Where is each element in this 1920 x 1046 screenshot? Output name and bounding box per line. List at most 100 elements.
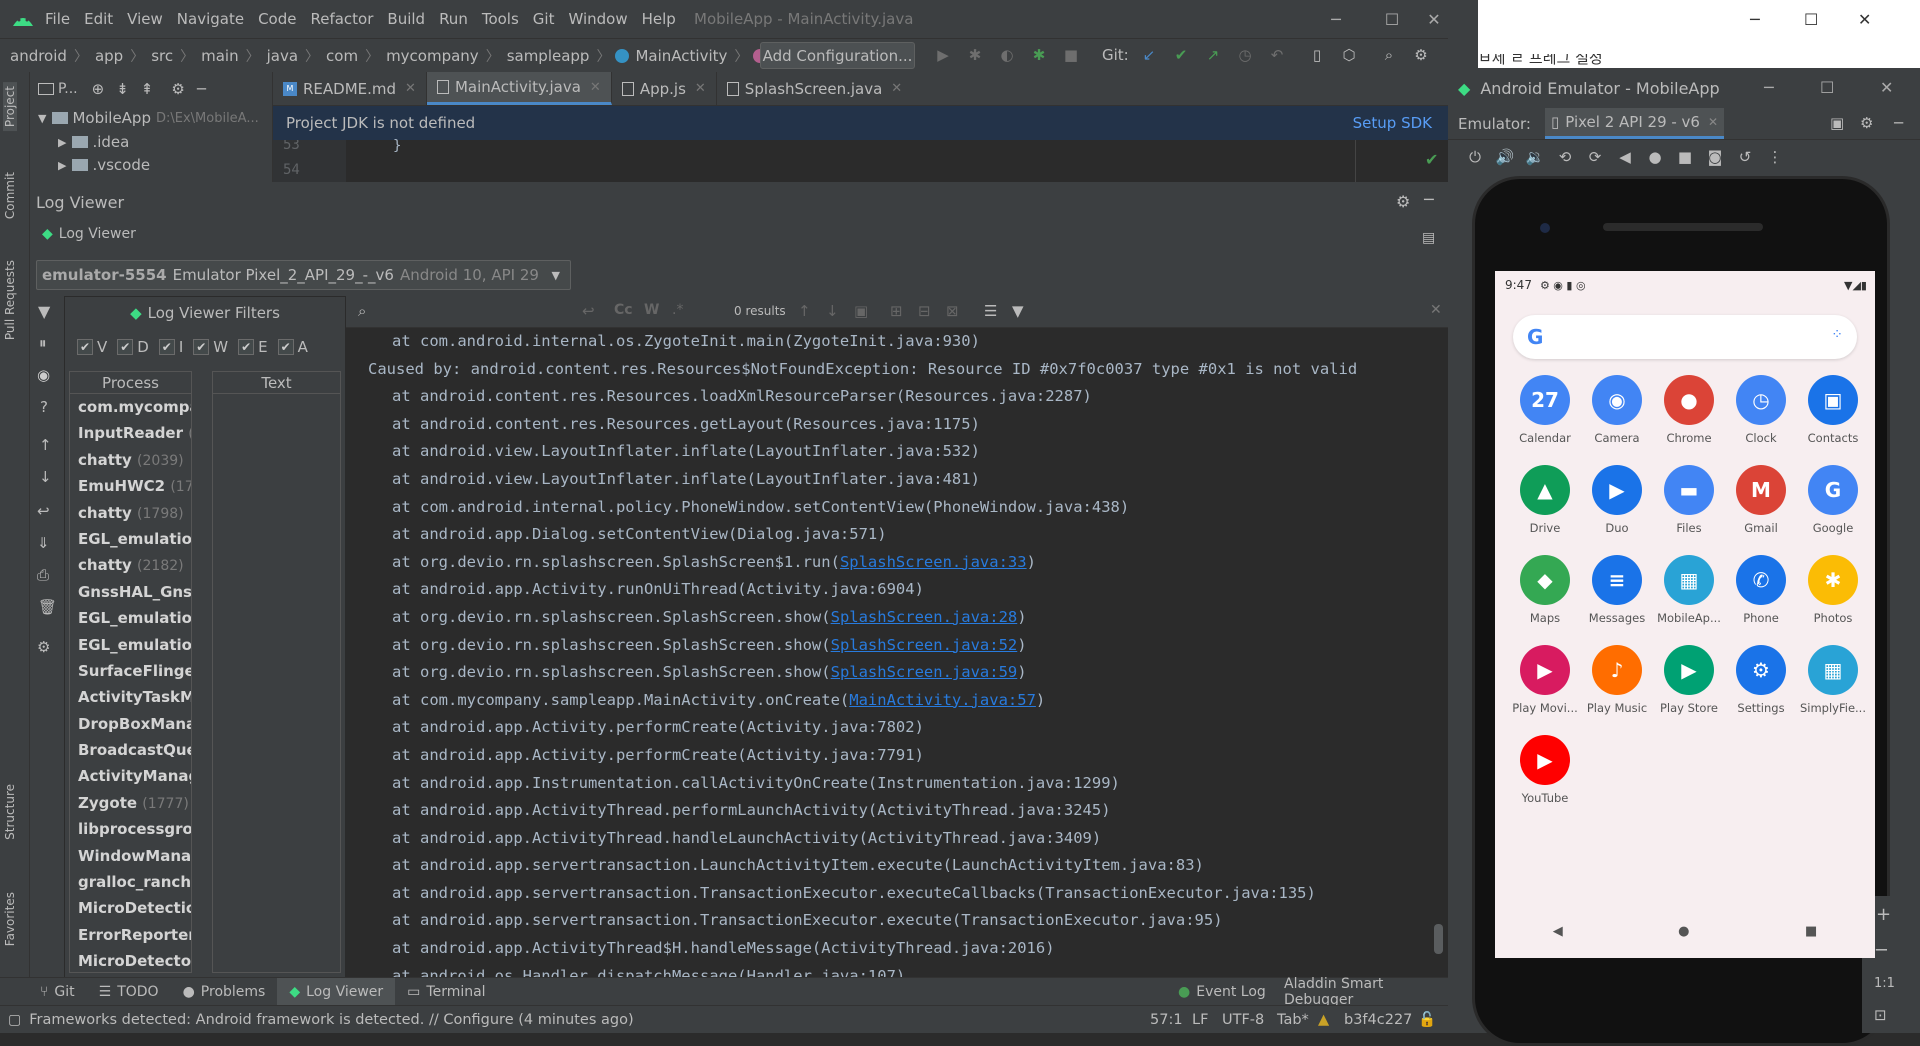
minimize-icon[interactable]: ─ xyxy=(1308,0,1364,38)
stop-icon[interactable]: ■ xyxy=(1060,44,1082,66)
app-phone[interactable]: ✆ Phone xyxy=(1725,555,1797,625)
volume-up-icon[interactable]: 🔊 xyxy=(1490,148,1520,166)
breadcrumb-com[interactable]: com xyxy=(324,47,360,65)
tab-splashscreen[interactable]: SplashScreen.java ✕ xyxy=(717,72,912,105)
breadcrumb-android[interactable]: android xyxy=(8,47,69,65)
breadcrumb-src[interactable]: src xyxy=(149,47,175,65)
app-calendar[interactable]: 27 Calendar xyxy=(1509,375,1581,445)
breadcrumb-java[interactable]: java xyxy=(265,47,300,65)
volume-down-icon[interactable]: 🔉 xyxy=(1520,148,1550,166)
close-icon[interactable]: ✕ xyxy=(1420,0,1448,38)
log-viewer-subtab[interactable]: ◆ Log Viewer xyxy=(42,226,136,242)
process-item[interactable]: WindowManag xyxy=(70,843,191,869)
history-icon[interactable]: ◷ xyxy=(1234,44,1256,66)
close-tab-icon[interactable]: ✕ xyxy=(405,81,416,96)
home-icon[interactable]: ● xyxy=(1640,148,1670,166)
source-link[interactable]: SplashScreen.java:33 xyxy=(840,553,1027,571)
select-all-icon[interactable]: ⊠ xyxy=(946,302,959,320)
cursor-position[interactable]: 57:1 xyxy=(1150,1012,1183,1028)
git-push-icon[interactable]: ↗ xyxy=(1202,44,1224,66)
file-encoding[interactable]: UTF-8 xyxy=(1222,1012,1264,1028)
print-icon[interactable]: ⎙ xyxy=(37,566,49,584)
maximize-icon[interactable]: ☐ xyxy=(1804,10,1818,29)
gear-icon[interactable]: ⚙ xyxy=(37,638,50,656)
soft-wrap-icon[interactable]: ↩ xyxy=(37,502,50,520)
tool-tab-commit[interactable]: Commit xyxy=(3,172,17,219)
close-tab-icon[interactable]: ✕ xyxy=(1708,115,1718,129)
app-duo[interactable]: ▶ Duo xyxy=(1581,465,1653,535)
app-chrome[interactable]: ● Chrome xyxy=(1653,375,1725,445)
close-icon[interactable]: ✕ xyxy=(1880,78,1893,97)
help-icon[interactable]: ? xyxy=(40,398,48,416)
app-youtube[interactable]: ▶ YouTube xyxy=(1509,735,1581,805)
minimize-icon[interactable]: ─ xyxy=(1764,78,1774,97)
process-item[interactable]: ActivityManag xyxy=(70,763,191,789)
words-icon[interactable]: W xyxy=(644,302,659,318)
level-error[interactable]: ✔ E xyxy=(238,338,268,356)
tool-tab-structure[interactable]: Structure xyxy=(3,784,17,840)
nav-back-icon[interactable]: ◀ xyxy=(1553,924,1563,939)
app-clock[interactable]: ◷ Clock xyxy=(1725,375,1797,445)
level-debug[interactable]: ✔ D xyxy=(117,338,149,356)
menu-file[interactable]: File xyxy=(38,0,77,38)
menu-help[interactable]: Help xyxy=(635,0,683,38)
menu-window[interactable]: Window xyxy=(561,0,634,38)
menu-build[interactable]: Build xyxy=(380,0,432,38)
emulator-device-tab[interactable]: ▯ Pixel 2 API 29 - v6 ✕ xyxy=(1544,108,1725,139)
gear-icon[interactable]: ⚙ xyxy=(1860,114,1873,132)
log-output[interactable]: at com.android.internal.os.ZygoteInit.ma… xyxy=(346,328,1448,993)
process-item[interactable]: BroadcastQue xyxy=(70,737,191,763)
level-verbose[interactable]: ✔ V xyxy=(77,338,107,356)
app-playmovi[interactable]: ▶ Play Movi... xyxy=(1509,645,1581,715)
collapse-all-icon[interactable]: ⇞ xyxy=(141,80,154,98)
process-item[interactable]: chatty (1798) xyxy=(70,500,191,526)
app-google[interactable]: G Google xyxy=(1797,465,1869,535)
checkbox[interactable]: ✔ xyxy=(117,339,134,355)
match-case-icon[interactable]: Cc xyxy=(614,302,633,318)
eye-icon[interactable]: ◉ xyxy=(37,366,50,384)
tab-mainactivity[interactable]: MainActivity.java ✕ xyxy=(426,72,612,105)
bottom-tab-terminal[interactable]: ▭ Terminal xyxy=(395,978,497,1006)
power-icon[interactable]: ⏻ xyxy=(1460,148,1490,166)
app-files[interactable]: ▬ Files xyxy=(1653,465,1725,535)
menu-navigate[interactable]: Navigate xyxy=(170,0,251,38)
app-contacts[interactable]: ▣ Contacts xyxy=(1797,375,1869,445)
menu-refactor[interactable]: Refactor xyxy=(303,0,380,38)
rotate-left-icon[interactable]: ⟲ xyxy=(1550,148,1580,166)
app-camera[interactable]: ◉ Camera xyxy=(1581,375,1653,445)
process-item[interactable]: com.mycompar xyxy=(70,394,191,420)
app-playmusic[interactable]: ♪ Play Music xyxy=(1581,645,1653,715)
indent-setting[interactable]: Tab* xyxy=(1277,1012,1309,1028)
maximize-icon[interactable]: ☐ xyxy=(1364,0,1420,38)
checkbox[interactable]: ✔ xyxy=(77,339,93,355)
more-icon[interactable]: ⋮ xyxy=(1760,148,1790,166)
add-configuration-button[interactable]: Add Configuration... xyxy=(760,42,915,69)
breadcrumb-mycompany[interactable]: mycompany xyxy=(384,47,481,65)
breadcrumb-main[interactable]: main xyxy=(199,47,240,65)
layout-icon[interactable]: ▣ xyxy=(1830,114,1844,132)
breadcrumb-mainactivity[interactable]: MainActivity xyxy=(633,47,729,65)
debug-icon[interactable]: ✱ xyxy=(964,44,986,66)
sdk-manager-icon[interactable]: ⬡ xyxy=(1338,44,1360,66)
close-icon[interactable]: ✕ xyxy=(1858,10,1871,29)
arrow-up-icon[interactable]: ↑ xyxy=(39,436,52,454)
app-messages[interactable]: ≡ Messages xyxy=(1581,555,1653,625)
scroll-to-end-icon[interactable]: ⇓ xyxy=(37,534,50,552)
app-mobileap[interactable]: ▦ MobileAp... xyxy=(1653,555,1725,625)
next-result-icon[interactable]: ↓ xyxy=(826,302,839,320)
expand-all-icon[interactable]: ⇟ xyxy=(116,80,129,98)
tab-appjs[interactable]: App.js ✕ xyxy=(612,72,717,105)
bottom-tab-log-viewer[interactable]: ◆ Log Viewer xyxy=(277,977,396,1006)
close-tab-icon[interactable]: ✕ xyxy=(590,80,601,95)
zoom-actual-icon[interactable]: 1:1 xyxy=(1874,976,1895,991)
rotate-right-icon[interactable]: ⟳ xyxy=(1580,148,1610,166)
prev-result-icon[interactable]: ↑ xyxy=(798,302,811,320)
tree-item-idea[interactable]: ▶ .idea xyxy=(30,130,272,154)
device-manager-icon[interactable]: ▯ xyxy=(1306,44,1328,66)
app-settings[interactable]: ⚙ Settings xyxy=(1725,645,1797,715)
source-link[interactable]: MainActivity.java:57 xyxy=(849,691,1036,709)
aladdin-debugger-button[interactable]: Aladdin Smart Debugger xyxy=(1272,976,1448,1008)
source-link[interactable]: SplashScreen.java:52 xyxy=(831,636,1018,654)
bottom-tab-problems[interactable]: ● Problems xyxy=(171,978,278,1006)
regex-icon[interactable]: ↩ xyxy=(582,302,595,320)
